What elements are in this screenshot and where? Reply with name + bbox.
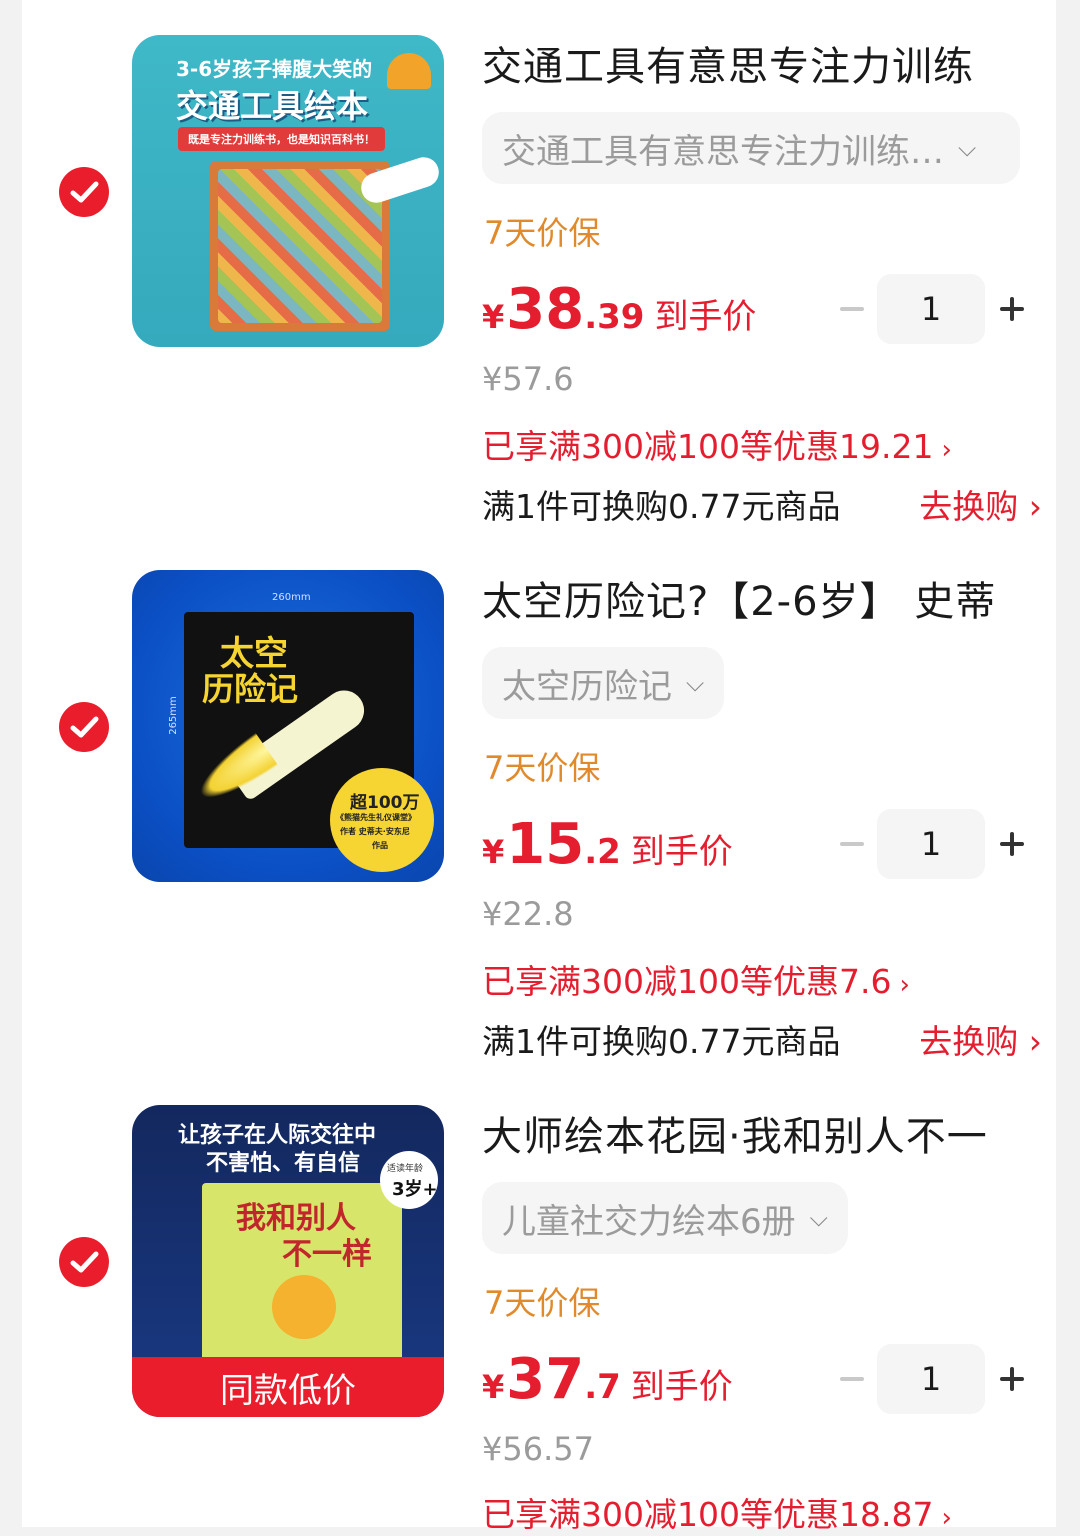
quantity-stepper: 1 [837, 1344, 1032, 1414]
minus-icon[interactable] [837, 832, 867, 856]
swap-action: 去换购 [919, 1022, 1019, 1061]
spec-selector[interactable]: 交通工具有意思专注力训练… ⌵ [482, 112, 1020, 184]
chevron-right-icon: › [941, 435, 952, 465]
product-image[interactable]: 让孩子在人际交往中 不害怕、有自信 我和别人 不一样 适读年龄 3岁+ 同款低价 [132, 1105, 444, 1417]
badge-line4: 作品 [372, 841, 388, 850]
quantity-value[interactable]: 1 [877, 1344, 985, 1414]
quantity-stepper: 1 [837, 274, 1032, 344]
price-protect-tag: 7天价保 [484, 1284, 601, 1322]
promo-text: 已享满300减100等优惠7.6 [482, 962, 892, 1001]
minus-icon[interactable] [837, 1367, 867, 1391]
price-label: 到手价 [630, 832, 733, 872]
product-title[interactable]: 太空历险记?【2-6岁】 史蒂 [482, 569, 1042, 625]
same-style-low-price-ribbon: 同款低价 [132, 1357, 444, 1417]
dimension-width: 260mm [272, 592, 311, 603]
price-protect-tag: 7天价保 [484, 214, 601, 252]
final-price: ¥ 38 .39 到手价 [482, 277, 756, 342]
dimension-height: 265mm [167, 696, 179, 735]
age-label: 适读年龄 [387, 1164, 424, 1174]
price-protect-tag: 7天价保 [484, 749, 601, 787]
check-circle-icon[interactable] [59, 1237, 109, 1287]
plus-icon[interactable] [995, 827, 1029, 861]
book-title-2: 不一样 [282, 1237, 372, 1272]
plus-icon[interactable] [995, 1362, 1029, 1396]
price-currency: ¥ [482, 1368, 505, 1406]
product-title[interactable]: 交通工具有意思专注力训练 [482, 34, 1042, 90]
quantity-value[interactable]: 1 [877, 274, 985, 344]
price-decimal: .7 [584, 1367, 621, 1407]
product-image[interactable]: 260mm 265mm 太空 历险记 超100万 《熊猫先生礼仪课堂》 作者 史… [132, 570, 444, 882]
badge-line3: 作者 史蒂夫·安东尼 [340, 827, 410, 836]
price-integer: 37 [506, 1347, 585, 1412]
image-banner: 既是专注力训练书，也是知识百科书！ [178, 127, 385, 151]
promo-link[interactable]: 已享满300减100等优惠7.6 › [482, 955, 910, 1003]
chevron-down-icon: ⌵ [686, 669, 705, 697]
original-price: ¥22.8 [482, 895, 574, 933]
price-label: 到手价 [654, 297, 757, 337]
parachute-icon [387, 53, 431, 89]
spec-selector[interactable]: 儿童社交力绘本6册 ⌵ [482, 1182, 848, 1254]
age-badge: 适读年龄 3岁+ [380, 1151, 438, 1209]
promo-link[interactable]: 已享满300减100等优惠18.87 › [482, 1488, 952, 1536]
cart-list: 3-6岁孩子捧腹大笑的 交通工具绘本 既是专注力训练书，也是知识百科书！ 交通工… [22, 0, 1056, 1534]
spec-selector[interactable]: 太空历险记 ⌵ [482, 647, 725, 719]
product-image[interactable]: 3-6岁孩子捧腹大笑的 交通工具绘本 既是专注力训练书，也是知识百科书！ [132, 35, 444, 347]
swap-row: 满1件可换购0.77元商品 去换购 › [482, 480, 1042, 528]
book-cover: 我和别人 不一样 [202, 1183, 402, 1363]
minus-icon[interactable] [837, 297, 867, 321]
final-price: ¥ 15 .2 到手价 [482, 812, 733, 877]
price-integer: 38 [506, 277, 585, 342]
check-circle-icon[interactable] [59, 702, 109, 752]
price-currency: ¥ [482, 298, 505, 336]
original-price: ¥57.6 [482, 360, 574, 398]
spec-label: 交通工具有意思专注力训练… [502, 131, 944, 172]
swap-text: 满1件可换购0.77元商品 [482, 1022, 841, 1061]
badge-line2: 《熊猫先生礼仪课堂》 [336, 813, 416, 822]
promo-link[interactable]: 已享满300减100等优惠19.21 › [482, 420, 952, 468]
plus-icon[interactable] [995, 292, 1029, 326]
price-decimal: .2 [584, 832, 621, 872]
price-label: 到手价 [630, 1367, 733, 1407]
price-integer: 15 [506, 812, 585, 877]
spec-label: 太空历险记 [502, 666, 672, 707]
swap-action: 去换购 [919, 487, 1019, 526]
quantity-stepper: 1 [837, 809, 1032, 879]
final-price: ¥ 37 .7 到手价 [482, 1347, 733, 1412]
cart-item: 3-6岁孩子捧腹大笑的 交通工具绘本 既是专注力训练书，也是知识百科书！ 交通工… [22, 0, 1056, 535]
cart-item: 260mm 265mm 太空 历险记 超100万 《熊猫先生礼仪课堂》 作者 史… [22, 535, 1056, 1070]
image-subtitle: 不害怕、有自信 [206, 1151, 361, 1176]
image-headline: 3-6岁孩子捧腹大笑的 [176, 57, 373, 81]
spec-label: 儿童社交力绘本6册 [502, 1201, 796, 1242]
chevron-down-icon: ⌵ [958, 134, 977, 162]
badge-line1: 超100万 [350, 793, 420, 813]
swap-link[interactable]: 去换购 › [919, 480, 1042, 528]
chevron-right-icon: › [1028, 1022, 1042, 1061]
promo-text: 已享满300减100等优惠18.87 [482, 1495, 934, 1534]
check-circle-icon[interactable] [59, 167, 109, 217]
chevron-right-icon: › [1028, 487, 1042, 526]
chevron-down-icon: ⌵ [809, 1204, 828, 1232]
age-value: 3岁+ [392, 1179, 438, 1200]
swap-text: 满1件可换购0.77元商品 [482, 487, 841, 526]
character-illustration [272, 1275, 336, 1339]
product-title[interactable]: 大师绘本花园·我和别人不一 [482, 1104, 1042, 1160]
price-decimal: .39 [584, 297, 645, 337]
original-price: ¥56.57 [482, 1430, 594, 1468]
swap-link[interactable]: 去换购 › [919, 1015, 1042, 1063]
sales-badge: 超100万 《熊猫先生礼仪课堂》 作者 史蒂夫·安东尼 作品 [330, 768, 434, 872]
chevron-right-icon: › [941, 1503, 952, 1533]
image-subtitle: 历险记 [202, 670, 299, 708]
price-currency: ¥ [482, 833, 505, 871]
chevron-right-icon: › [899, 970, 910, 1000]
image-subtitle: 交通工具绘本 [176, 87, 369, 125]
promo-text: 已享满300减100等优惠19.21 [482, 427, 934, 466]
quantity-value[interactable]: 1 [877, 809, 985, 879]
swap-row: 满1件可换购0.77元商品 去换购 › [482, 1015, 1042, 1063]
cart-item: 让孩子在人际交往中 不害怕、有自信 我和别人 不一样 适读年龄 3岁+ 同款低价… [22, 1070, 1056, 1534]
